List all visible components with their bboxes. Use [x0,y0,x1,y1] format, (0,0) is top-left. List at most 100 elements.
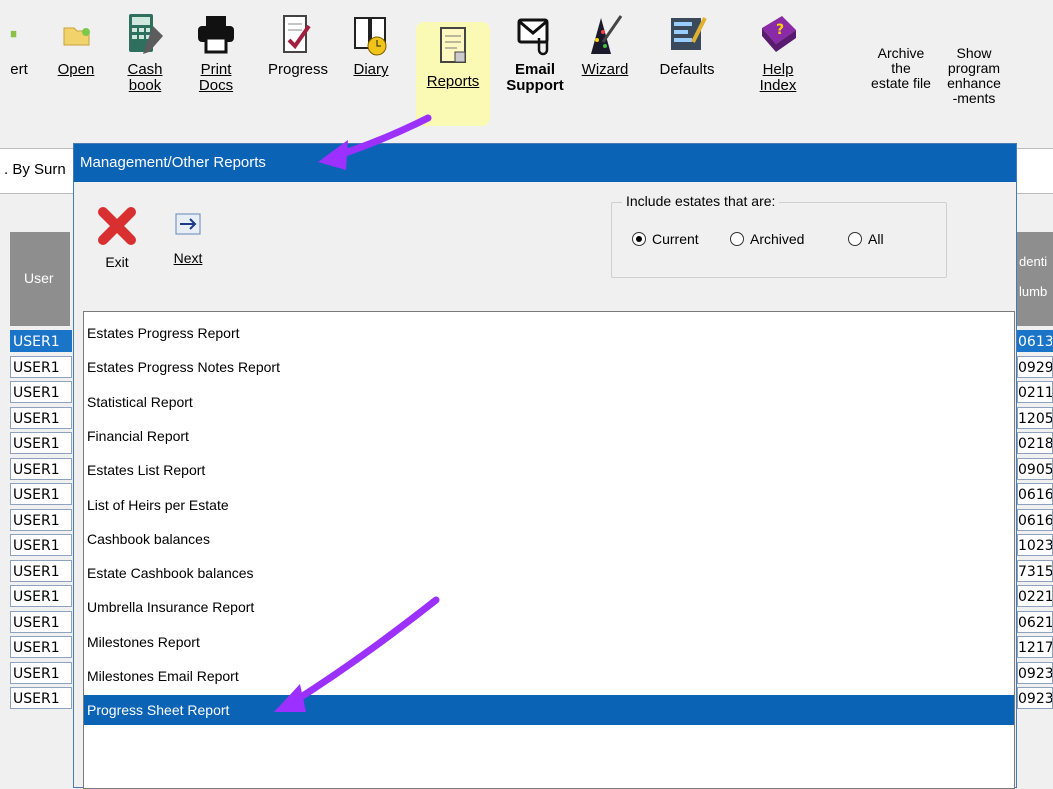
insert-label: ert [10,61,28,78]
open-button[interactable]: Open [52,12,100,78]
grid-row-id-number[interactable]: 1205 [1017,406,1053,429]
search-combo[interactable]: . By Surn [0,148,80,194]
next-arrow-icon [175,213,201,235]
grid-row-user[interactable]: USER1 [10,432,72,454]
grid-row-user[interactable]: USER1 [10,661,72,684]
defaults-label: Defaults [659,61,715,78]
grid-row-id-number[interactable]: 1023 [1017,534,1053,556]
cashbook-icon [129,14,163,54]
grid-row-id-number[interactable]: 0218 [1017,432,1053,454]
reports-listbox[interactable]: Estates Progress Report Estates Progress … [83,311,1015,789]
help-index-button[interactable]: ? Help Index [750,12,806,94]
progress-icon [283,15,311,53]
include-estates-group: Include estates that are: Current Archiv… [611,193,947,278]
report-list-item[interactable]: Financial Report [84,421,1014,451]
defaults-button[interactable]: Defaults [652,12,722,78]
grid-row-id-number[interactable]: 0616 [1017,483,1053,505]
grid-row-user[interactable]: USER1 [10,457,72,480]
email-support-label: Email Support [506,61,564,94]
exit-button[interactable]: Exit [94,204,140,270]
grid-header-id-line1: denti [1019,254,1048,269]
reports-button[interactable]: Reports [416,22,490,126]
print-docs-label: Print Docs [198,61,234,94]
progress-button[interactable]: Progress [262,12,334,78]
right-input-strip[interactable] [1017,148,1053,194]
email-support-button[interactable]: Email Support [500,12,570,94]
grid-header-user[interactable]: User [10,232,70,326]
radio-all[interactable]: All [848,231,884,247]
grid-row-id-number[interactable]: 1217 [1017,636,1053,658]
grid-row-id-number[interactable]: 0613 [1017,330,1053,352]
grid-row-user[interactable]: USER1 [10,483,72,505]
radio-current[interactable]: Current [632,231,699,247]
grid-row-user[interactable]: USER1 [10,508,72,531]
report-list-item[interactable]: Estates List Report [84,455,1014,485]
print-docs-button[interactable]: Print Docs [190,12,242,94]
show-enhancements-button[interactable]: Show program enhance -ments [936,46,1012,106]
wizard-icon [591,15,623,54]
report-list-item[interactable]: Statistical Report [84,387,1014,417]
report-list-item[interactable]: List of Heirs per Estate [84,490,1014,520]
next-button[interactable]: Next [166,212,210,266]
diary-button[interactable]: Diary [346,12,396,78]
grid-row-id-number[interactable]: 0221 [1017,585,1053,607]
report-list-item[interactable]: Milestones Report [84,627,1014,657]
diary-label: Diary [353,61,389,78]
printer-icon [198,16,234,54]
cashbook-button[interactable]: Cash book [120,12,170,94]
grid-row-user[interactable]: USER1 [10,610,72,633]
grid-row-id-number[interactable]: 0929 [1017,355,1053,378]
grid-header-id-line2: lumb [1019,284,1048,299]
diary-icon [354,17,387,56]
report-list-item[interactable]: Estates Progress Report [84,318,1014,348]
open-label: Open [57,61,95,78]
insert-button[interactable]: ert [0,12,38,78]
wizard-button[interactable]: Wizard [580,12,630,78]
grid-row-user[interactable]: USER1 [10,585,72,607]
radio-archived-dot[interactable] [730,232,744,246]
grid-row-id-number[interactable]: 0905 [1017,457,1053,480]
report-list-item[interactable]: Cashbook balances [84,524,1014,554]
reports-icon [440,27,466,63]
grid-header-id-number[interactable]: denti lumb [1017,232,1053,326]
close-icon [98,207,136,245]
radio-all-dot[interactable] [848,232,862,246]
next-label: Next [173,250,203,266]
report-list-item[interactable]: Milestones Email Report [84,661,1014,691]
insert-icon [10,30,17,38]
report-list-item[interactable]: Estate Cashbook balances [84,558,1014,588]
radio-all-label: All [868,231,884,247]
grid-row-user[interactable]: USER1 [10,330,72,352]
grid-row-user[interactable]: USER1 [10,355,72,378]
grid-row-id-number[interactable]: 7315 [1017,559,1053,582]
grid-row-id-number[interactable]: 0621 [1017,610,1053,633]
report-list-item[interactable]: Estates Progress Notes Report [84,352,1014,382]
grid-row-user[interactable]: USER1 [10,559,72,582]
grid-row-id-number[interactable]: 0211 [1017,381,1053,403]
grid-row-user[interactable]: USER1 [10,687,72,709]
main-toolbar: ert Open Cash book Print Docs Progress D… [0,0,1053,140]
radio-current-dot[interactable] [632,232,646,246]
cashbook-label: Cash book [127,61,163,94]
wizard-label: Wizard [581,61,629,78]
archive-estate-button[interactable]: Archive the estate file [866,46,936,91]
search-combo-text: . By Surn [4,161,66,178]
help-index-label: Help Index [759,61,797,94]
grid-row-user[interactable]: USER1 [10,534,72,556]
exit-label: Exit [105,254,129,270]
include-estates-legend: Include estates that are: [622,193,780,209]
management-reports-dialog: Management/Other Reports Exit Next Inclu… [73,143,1017,789]
progress-label: Progress [267,61,329,78]
report-list-item[interactable]: Umbrella Insurance Report [84,592,1014,622]
grid-row-id-number[interactable]: 0923 [1017,687,1053,709]
grid-row-user[interactable]: USER1 [10,381,72,403]
grid-row-user[interactable]: USER1 [10,406,72,429]
grid-row-user[interactable]: USER1 [10,636,72,658]
grid-row-id-number[interactable]: 0923 [1017,661,1053,684]
radio-archived[interactable]: Archived [730,231,804,247]
help-book-icon: ? [762,16,796,52]
radio-current-label: Current [652,231,699,247]
report-list-item[interactable]: Progress Sheet Report [84,695,1014,726]
grid-header-user-label: User [24,270,54,286]
grid-row-id-number[interactable]: 0616 [1017,508,1053,531]
